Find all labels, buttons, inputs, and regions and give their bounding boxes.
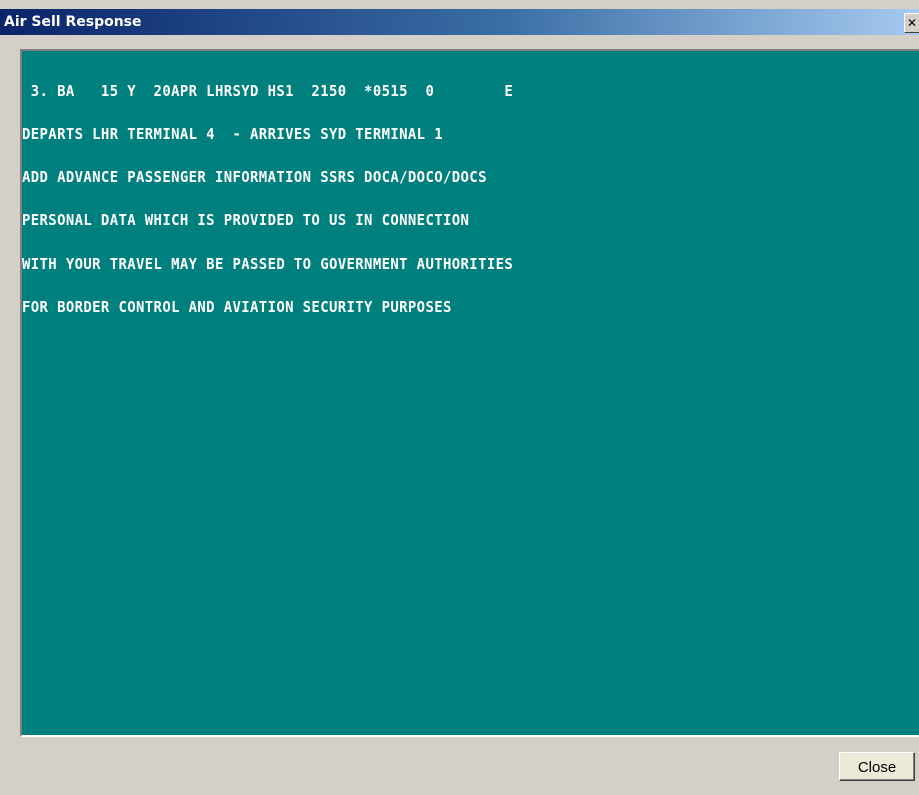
terminal-line-1: 3. BA 15 Y 20APR LHRSYD HS1 2150 *0515 0…: [22, 81, 514, 100]
terminal-line-4: PERSONAL DATA WHICH IS PROVIDED TO US IN…: [22, 211, 470, 230]
terminal-response-panel: 3. BA 15 Y 20APR LHRSYD HS1 2150 *0515 0…: [20, 49, 919, 737]
terminal-line-5: WITH YOUR TRAVEL MAY BE PASSED TO GOVERN…: [22, 254, 514, 273]
close-button[interactable]: Close: [839, 752, 915, 781]
window-title: Air Sell Response: [4, 14, 142, 30]
terminal-line-2: DEPARTS LHR TERMINAL 4 - ARRIVES SYD TER…: [22, 125, 443, 144]
terminal-line-6: FOR BORDER CONTROL AND AVIATION SECURITY…: [22, 297, 452, 316]
terminal-output: 3. BA 15 Y 20APR LHRSYD HS1 2150 *0515 0…: [22, 55, 919, 735]
close-icon[interactable]: ✕: [904, 13, 919, 33]
terminal-line-3: ADD ADVANCE PASSENGER INFORMATION SSRS D…: [22, 168, 487, 187]
air-sell-response-window: Air Sell Response ✕ 3. BA 15 Y 20APR LHR…: [0, 0, 919, 795]
title-bar[interactable]: Air Sell Response ✕: [0, 9, 919, 35]
